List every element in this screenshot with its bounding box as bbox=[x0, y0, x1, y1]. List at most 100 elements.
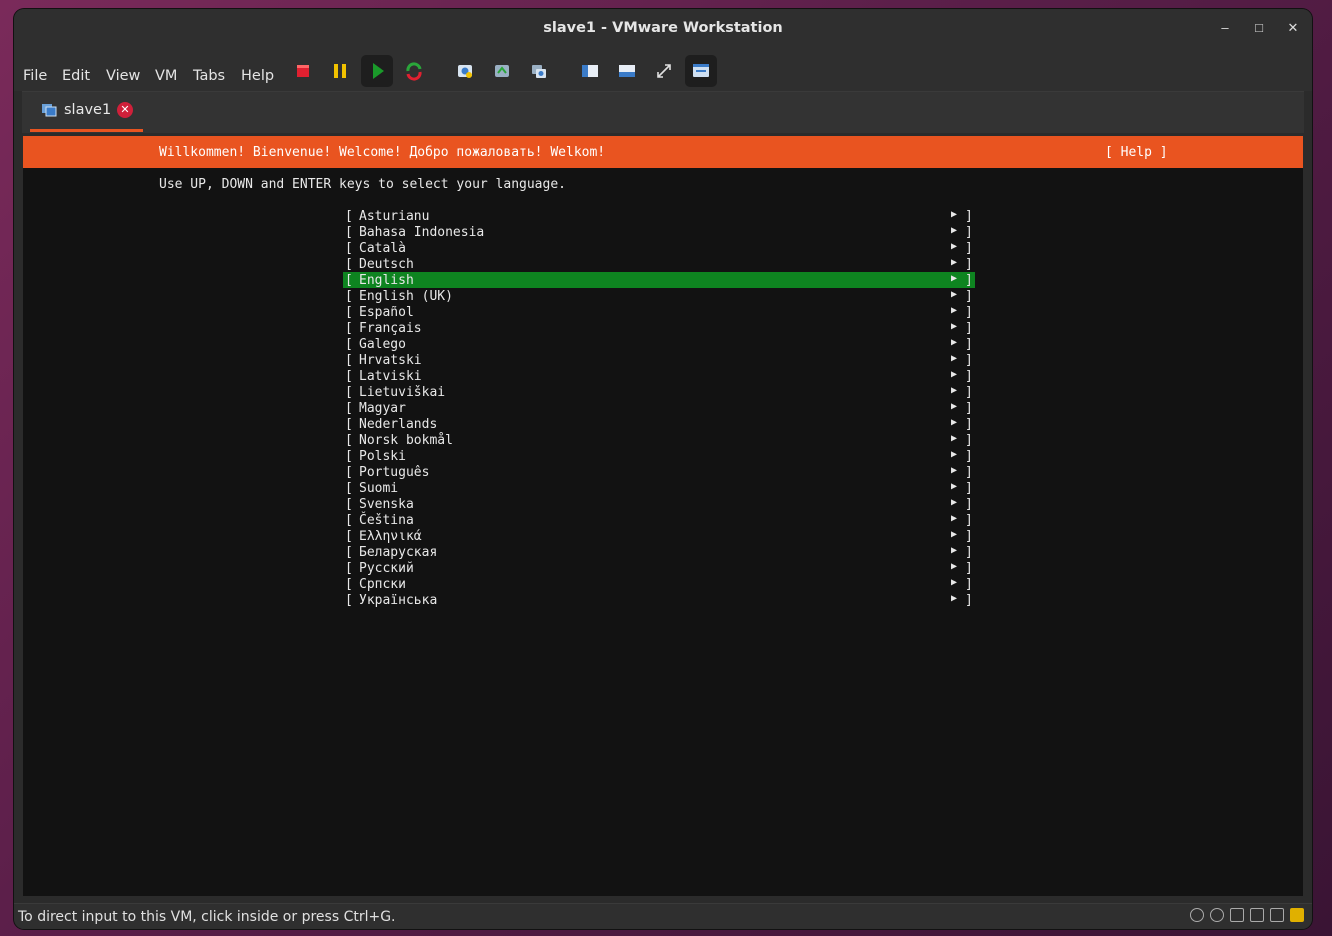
language-option[interactable]: [Español ▶] bbox=[343, 304, 975, 320]
restart-icon bbox=[406, 62, 422, 81]
revert-snapshot-icon bbox=[495, 65, 509, 77]
restart-button[interactable] bbox=[398, 55, 430, 87]
right-bracket: ] bbox=[965, 401, 973, 416]
language-option[interactable]: [Српски ▶] bbox=[343, 576, 975, 592]
language-name: Français bbox=[359, 321, 422, 336]
vm-console[interactable]: Willkommen! Bienvenue! Welcome! Добро по… bbox=[23, 136, 1303, 896]
language-option[interactable]: [English ▶] bbox=[343, 272, 975, 288]
language-option[interactable]: [Galego ▶] bbox=[343, 336, 975, 352]
right-bracket: ] bbox=[965, 369, 973, 384]
right-bracket: ] bbox=[965, 241, 973, 256]
language-option[interactable]: [Čeština ▶] bbox=[343, 512, 975, 528]
left-bracket: [ bbox=[345, 353, 353, 368]
left-bracket: [ bbox=[345, 417, 353, 432]
language-option[interactable]: [Беларуская ▶] bbox=[343, 544, 975, 560]
menu-file[interactable]: File bbox=[23, 68, 47, 84]
play-button[interactable] bbox=[361, 55, 393, 87]
tab-slave1[interactable]: slave1 ✕ bbox=[30, 92, 143, 132]
unity-view-icon bbox=[693, 64, 709, 77]
printer-icon[interactable] bbox=[1250, 908, 1264, 922]
maximize-icon[interactable]: □ bbox=[1248, 18, 1270, 38]
submenu-arrow-icon: ▶ bbox=[951, 321, 958, 332]
snapshot-manager-button[interactable] bbox=[523, 55, 555, 87]
language-name: Lietuviškai bbox=[359, 385, 446, 400]
minimize-icon[interactable]: – bbox=[1214, 18, 1236, 38]
language-option[interactable]: [Latviski ▶] bbox=[343, 368, 975, 384]
pause-button[interactable] bbox=[324, 55, 356, 87]
submenu-arrow-icon: ▶ bbox=[951, 433, 958, 444]
status-bar: To direct input to this VM, click inside… bbox=[14, 903, 1312, 929]
language-option[interactable]: [Português ▶] bbox=[343, 464, 975, 480]
language-name: Português bbox=[359, 465, 430, 480]
banner-text: Willkommen! Bienvenue! Welcome! Добро по… bbox=[159, 145, 606, 160]
power-off-button[interactable] bbox=[287, 55, 319, 87]
display-icon[interactable] bbox=[1270, 908, 1284, 922]
snapshot-button[interactable] bbox=[449, 55, 481, 87]
right-bracket: ] bbox=[965, 337, 973, 352]
language-name: Svenska bbox=[359, 497, 414, 512]
language-name: Deutsch bbox=[359, 257, 414, 272]
right-bracket: ] bbox=[965, 289, 973, 304]
submenu-arrow-icon: ▶ bbox=[951, 561, 958, 572]
language-option[interactable]: [Català ▶] bbox=[343, 240, 975, 256]
language-name: Українська bbox=[359, 593, 438, 608]
submenu-arrow-icon: ▶ bbox=[951, 305, 958, 316]
language-option[interactable]: [English (UK) ▶] bbox=[343, 288, 975, 304]
menu-help[interactable]: Help bbox=[241, 68, 274, 84]
language-option[interactable]: [Suomi ▶] bbox=[343, 480, 975, 496]
thumbnail-view-button[interactable] bbox=[611, 55, 643, 87]
library-view-button[interactable] bbox=[574, 55, 606, 87]
language-option[interactable]: [Norsk bokmål ▶] bbox=[343, 432, 975, 448]
language-name: Català bbox=[359, 241, 406, 256]
left-bracket: [ bbox=[345, 593, 353, 608]
language-name: Suomi bbox=[359, 481, 399, 496]
language-name: Polski bbox=[359, 449, 406, 464]
tab-label: slave1 bbox=[64, 102, 112, 118]
language-option[interactable]: [Українська ▶] bbox=[343, 592, 975, 608]
left-bracket: [ bbox=[345, 289, 353, 304]
help-button[interactable]: [ Help ] bbox=[1105, 145, 1168, 160]
language-option[interactable]: [Deutsch ▶] bbox=[343, 256, 975, 272]
pause-icon bbox=[334, 64, 346, 78]
right-bracket: ] bbox=[965, 433, 973, 448]
language-option[interactable]: [Magyar ▶] bbox=[343, 400, 975, 416]
language-option[interactable]: [Svenska ▶] bbox=[343, 496, 975, 512]
language-option[interactable]: [Ελληνικά ▶] bbox=[343, 528, 975, 544]
language-option[interactable]: [Asturianu ▶] bbox=[343, 208, 975, 224]
submenu-arrow-icon: ▶ bbox=[951, 481, 958, 492]
right-bracket: ] bbox=[965, 529, 973, 544]
language-option[interactable]: [Français ▶] bbox=[343, 320, 975, 336]
language-option[interactable]: [Lietuviškai ▶] bbox=[343, 384, 975, 400]
tab-close-icon[interactable]: ✕ bbox=[117, 102, 133, 118]
menu-vm[interactable]: VM bbox=[155, 68, 177, 84]
left-bracket: [ bbox=[345, 209, 353, 224]
snapshot-icon bbox=[458, 65, 472, 78]
cd-dvd-icon[interactable] bbox=[1210, 908, 1224, 922]
submenu-arrow-icon: ▶ bbox=[951, 353, 958, 364]
language-name: Русский bbox=[359, 561, 414, 576]
language-option[interactable]: [Polski ▶] bbox=[343, 448, 975, 464]
language-name: Asturianu bbox=[359, 209, 430, 224]
menu-tabs[interactable]: Tabs bbox=[193, 68, 225, 84]
language-option[interactable]: [Nederlands ▶] bbox=[343, 416, 975, 432]
left-bracket: [ bbox=[345, 225, 353, 240]
message-log-icon[interactable] bbox=[1290, 908, 1304, 922]
left-bracket: [ bbox=[345, 561, 353, 576]
snapshot-manager-icon bbox=[532, 65, 546, 78]
fullscreen-button[interactable] bbox=[648, 55, 680, 87]
hard-disk-icon[interactable] bbox=[1190, 908, 1204, 922]
close-icon[interactable]: ✕ bbox=[1282, 18, 1304, 38]
menu-edit[interactable]: Edit bbox=[62, 68, 90, 84]
language-option[interactable]: [Bahasa Indonesia ▶] bbox=[343, 224, 975, 240]
network-icon[interactable] bbox=[1230, 908, 1244, 922]
unity-view-button[interactable] bbox=[685, 55, 717, 87]
language-name: Galego bbox=[359, 337, 406, 352]
right-bracket: ] bbox=[965, 561, 973, 576]
language-option[interactable]: [ Русский ▶] bbox=[343, 560, 975, 576]
left-bracket: [ bbox=[345, 449, 353, 464]
right-bracket: ] bbox=[965, 321, 973, 336]
menu-view[interactable]: View bbox=[106, 68, 140, 84]
revert-snapshot-button[interactable] bbox=[486, 55, 518, 87]
left-bracket: [ bbox=[345, 513, 353, 528]
language-option[interactable]: [Hrvatski ▶] bbox=[343, 352, 975, 368]
